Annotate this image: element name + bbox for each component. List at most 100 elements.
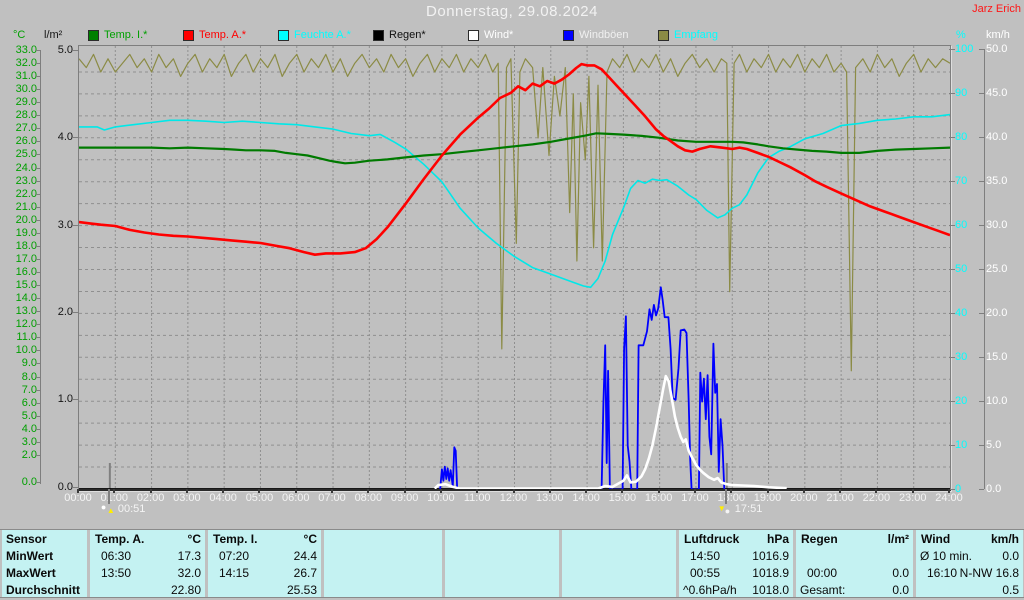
- cell-value: 24.4: [293, 549, 317, 563]
- table-column-empty: [445, 530, 559, 597]
- x-axis-tick: [875, 489, 878, 493]
- axis-tick: [36, 167, 41, 169]
- celsius-axis-label: 6.0: [21, 396, 37, 409]
- axis-tick: [36, 219, 41, 221]
- table-data-row: ^0.6hPa/h 1018.0: [679, 582, 793, 599]
- celsius-axis-label: 27.0: [15, 122, 37, 135]
- celsius-axis-label: 4.0: [21, 422, 37, 435]
- celsius-axis-label: 11.0: [16, 331, 37, 344]
- celsius-axis-label: 10.0: [15, 344, 37, 357]
- column-header: Temp. A.: [95, 532, 145, 546]
- legend-label: Regen*: [389, 29, 426, 41]
- axis-tick: [36, 376, 41, 378]
- x-axis-tick: [258, 489, 261, 493]
- cell-value: N-NW 16.8: [959, 566, 1019, 580]
- axis-tick: [949, 268, 955, 270]
- legend-swatch-icon: [563, 30, 574, 41]
- kmh-axis-label: 25.0: [986, 262, 1008, 275]
- table-row-label-column: Sensor MinWert MaxWert Durchschnitt: [2, 530, 87, 597]
- x-axis-tick: [149, 489, 152, 493]
- kmh-axis-label: 40.0: [986, 130, 1008, 143]
- legend-swatch-icon: [88, 30, 99, 41]
- celsius-axis-label: 21.0: [15, 200, 37, 213]
- axis-tick: [73, 399, 78, 401]
- table-data-row: Gesamt: 0.0: [796, 582, 913, 599]
- celsius-axis-label: 24.0: [15, 161, 37, 174]
- kmh-axis-label: 35.0: [986, 174, 1008, 187]
- celsius-axis-label: 33.0: [15, 44, 37, 56]
- celsius-axis-label: 13.0: [15, 305, 37, 318]
- rain-unit-label: l/m²: [44, 29, 63, 41]
- cell-time: ^0.6hPa/h: [683, 583, 737, 597]
- table-data-row: 00:55 1018.9: [679, 565, 793, 582]
- table-data-row: [445, 565, 559, 582]
- axis-tick: [36, 63, 41, 65]
- table-header-row: Temp. I. °C: [208, 531, 321, 548]
- legend-item-temp-i-: Temp. I.*: [88, 29, 147, 42]
- axis-tick: [36, 76, 41, 78]
- column-unit: hPa: [766, 532, 789, 546]
- x-axis-tick: [693, 489, 696, 493]
- table-column-temp-i-: Temp. I. °C 07:20 24.4 14:15 26.7 25.53: [208, 530, 321, 597]
- x-axis-tick: [294, 489, 297, 493]
- column-unit: km/h: [990, 532, 1019, 546]
- percent-unit-label: %: [956, 29, 966, 41]
- cell-value: 1018.9: [752, 566, 789, 580]
- axis-tick: [36, 232, 41, 234]
- series-windb-en: [439, 286, 726, 489]
- table-data-row: [324, 548, 442, 565]
- row-label-text: MinWert: [6, 549, 54, 563]
- axis-tick: [36, 115, 41, 117]
- axis-tick: [979, 400, 984, 402]
- table-data-row: 00:00 0.0: [796, 565, 913, 582]
- celsius-axis-label: 16.0: [15, 266, 37, 279]
- celsius-axis-label: 30.0: [15, 83, 37, 96]
- axis-tick: [73, 486, 78, 488]
- celsius-axis-label: 12.0: [15, 318, 37, 331]
- table-header-row: Temp. A. °C: [90, 531, 205, 548]
- x-axis-tick: [439, 489, 442, 493]
- x-axis-tick: [730, 489, 733, 493]
- axis-tick: [979, 224, 984, 226]
- row-label-text: Sensor: [6, 532, 47, 546]
- celsius-axis-label: 22.0: [15, 187, 37, 200]
- column-unit: l/m²: [887, 532, 909, 546]
- kmh-axis-label: 0.0: [986, 482, 1002, 495]
- table-data-row: [562, 548, 676, 565]
- axis-tick: [979, 136, 984, 138]
- cell-value: 32.0: [177, 566, 201, 580]
- celsius-axis-label: 0.0: [21, 475, 37, 488]
- axis-tick: [949, 224, 955, 226]
- table-data-row: 22.80: [90, 582, 205, 599]
- axis-tick: [979, 444, 984, 446]
- axis-tick: [73, 311, 78, 313]
- cell-time: Gesamt:: [800, 583, 846, 597]
- legend-item-temp-a-: Temp. A.*: [183, 29, 246, 42]
- axis-tick: [36, 206, 41, 208]
- chart-plot-area: [78, 45, 951, 491]
- celsius-axis-label: 23.0: [15, 174, 37, 187]
- axis-tick: [36, 285, 41, 287]
- axis-tick: [949, 312, 955, 314]
- x-axis-tick: [585, 489, 588, 493]
- x-axis-tick: [548, 489, 551, 493]
- table-data-row: 13:50 32.0: [90, 565, 205, 582]
- axis-tick: [36, 180, 41, 182]
- arrow-up-glyph: ▲: [106, 506, 115, 515]
- rain-axis-label: 2.0: [57, 305, 73, 318]
- axis-tick: [36, 337, 41, 339]
- celsius-axis-label: 2.0: [21, 448, 37, 461]
- legend-swatch-icon: [468, 30, 479, 41]
- x-axis-tick: [367, 489, 370, 493]
- rain-axis-label: 0.0: [57, 480, 73, 493]
- kmh-axis-label: 15.0: [986, 350, 1008, 363]
- celsius-axis-label: 32.0: [15, 57, 37, 70]
- celsius-axis-label: 19.0: [15, 226, 37, 239]
- celsius-axis-label: 8.0: [21, 370, 37, 383]
- celsius-axis-label: 9.0: [21, 357, 37, 370]
- table-header-row: Wind km/h: [916, 531, 1023, 548]
- celsius-axis-label: 7.0: [21, 383, 37, 396]
- axis-tick: [36, 454, 41, 456]
- x-axis-tick: [948, 489, 950, 493]
- cell-value: 0.0: [892, 583, 909, 597]
